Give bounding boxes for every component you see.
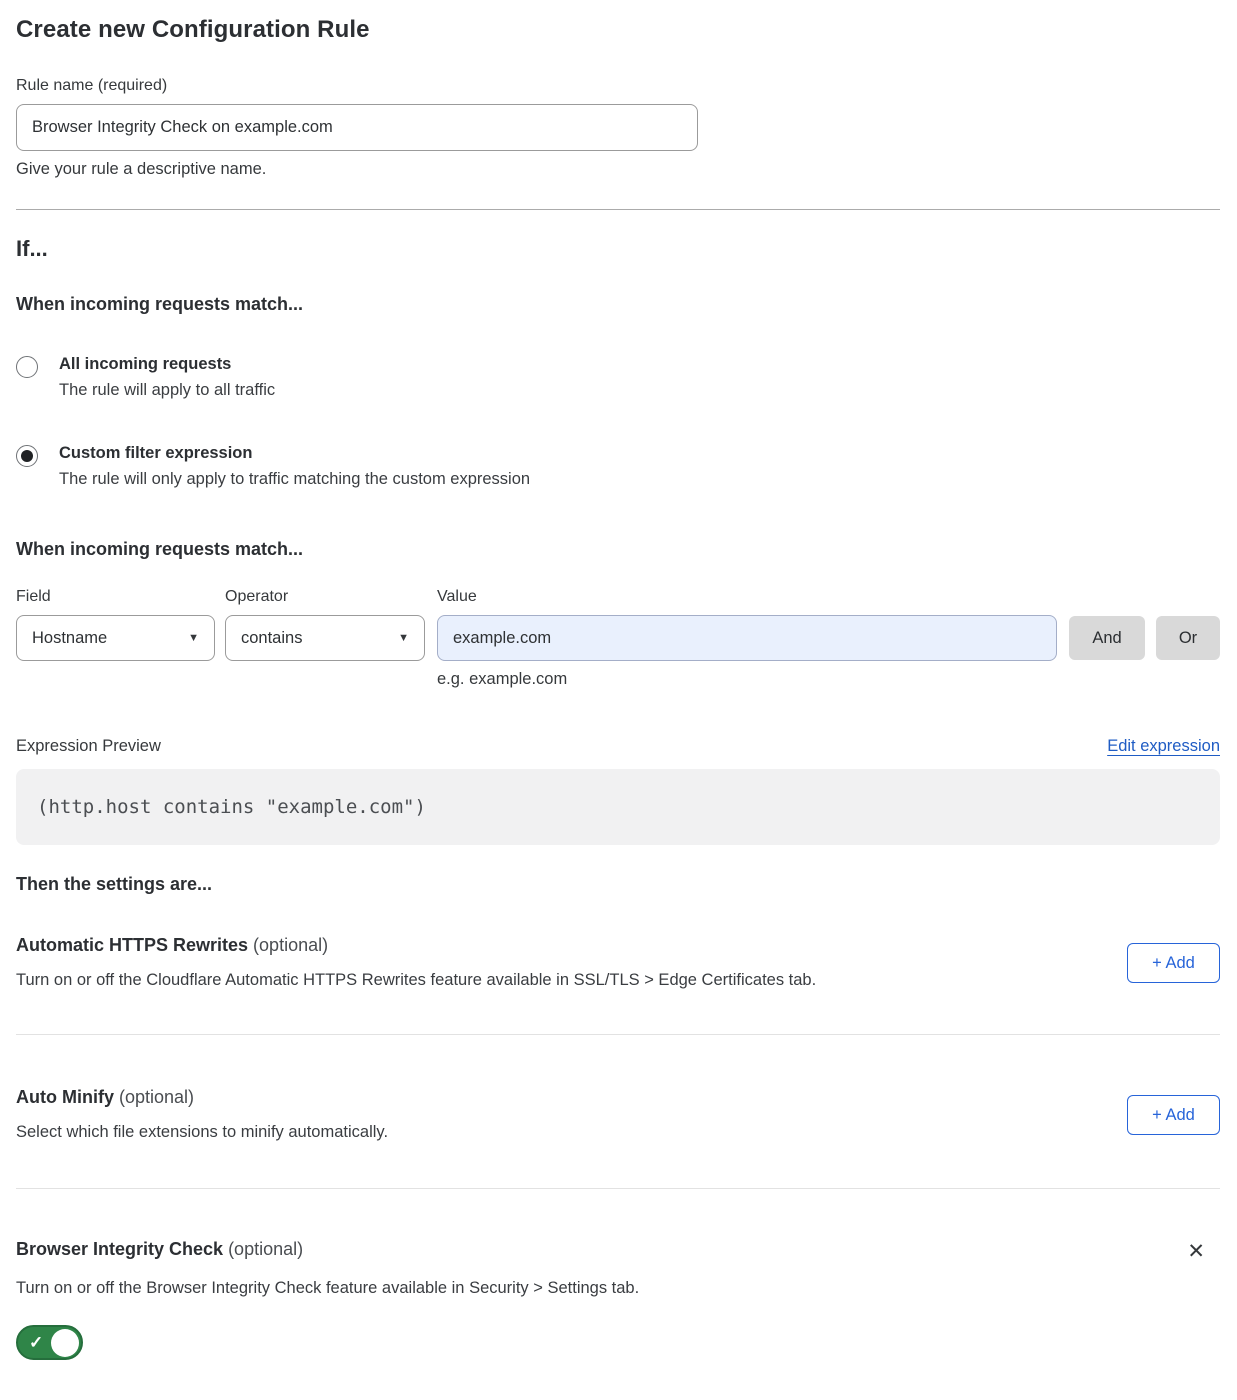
- radio-button-all-incoming[interactable]: [16, 356, 38, 378]
- setting-description: Turn on or off the Browser Integrity Che…: [16, 1279, 1220, 1298]
- check-icon: ✓: [29, 1333, 43, 1353]
- expression-preview-code: (http.host contains "example.com"): [16, 769, 1220, 845]
- setting-optional-tag: (optional): [248, 935, 328, 955]
- rule-name-helper: Give your rule a descriptive name.: [16, 160, 1220, 179]
- rule-name-input[interactable]: [16, 104, 698, 151]
- setting-browser-integrity-check: Browser Integrity Check (optional) ✕ Tur…: [16, 1239, 1220, 1360]
- radio-description: The rule will apply to all traffic: [59, 381, 275, 400]
- expression-preview-label: Expression Preview: [16, 737, 161, 756]
- or-button[interactable]: Or: [1156, 616, 1220, 660]
- then-settings-heading: Then the settings are...: [16, 874, 1220, 895]
- chevron-down-icon: ▼: [398, 632, 409, 644]
- setting-description: Turn on or off the Cloudflare Automatic …: [16, 971, 816, 990]
- add-automatic-https-rewrites-button[interactable]: + Add: [1127, 943, 1220, 983]
- field-select-value: Hostname: [32, 629, 107, 648]
- operator-select-value: contains: [241, 629, 302, 648]
- value-column-label: Value: [437, 588, 1057, 606]
- add-auto-minify-button[interactable]: + Add: [1127, 1095, 1220, 1135]
- field-column-label: Field: [16, 588, 215, 606]
- setting-auto-minify: Auto Minify (optional) Select which file…: [16, 1087, 1220, 1142]
- setting-automatic-https-rewrites: Automatic HTTPS Rewrites (optional) Turn…: [16, 935, 1220, 990]
- radio-option-custom-filter-expression[interactable]: Custom filter expression The rule will o…: [16, 444, 1220, 489]
- radio-description: The rule will only apply to traffic matc…: [59, 470, 530, 489]
- setting-title: Auto Minify: [16, 1087, 114, 1107]
- expression-builder-row: Field Hostname ▼ Operator contains ▼ Val…: [16, 588, 1220, 661]
- when-requests-match-heading: When incoming requests match...: [16, 294, 1220, 315]
- value-input[interactable]: [437, 615, 1057, 661]
- radio-button-custom-filter[interactable]: [16, 445, 38, 467]
- field-select[interactable]: Hostname ▼: [16, 615, 215, 661]
- value-input-helper: e.g. example.com: [437, 670, 1220, 689]
- edit-expression-link[interactable]: Edit expression: [1107, 737, 1220, 756]
- operator-column-label: Operator: [225, 588, 425, 606]
- radio-label: All incoming requests: [59, 355, 275, 374]
- setting-title: Browser Integrity Check: [16, 1239, 223, 1259]
- page-title: Create new Configuration Rule: [16, 16, 1220, 44]
- section-divider: [16, 1188, 1220, 1189]
- if-heading: If...: [16, 236, 1220, 262]
- radio-label: Custom filter expression: [59, 444, 530, 463]
- toggle-knob: [51, 1329, 79, 1357]
- radio-option-all-incoming-requests[interactable]: All incoming requests The rule will appl…: [16, 355, 1220, 400]
- browser-integrity-check-toggle[interactable]: ✓: [16, 1325, 83, 1360]
- section-divider: [16, 1034, 1220, 1035]
- setting-optional-tag: (optional): [223, 1239, 303, 1259]
- close-icon[interactable]: ✕: [1185, 1239, 1207, 1264]
- and-button[interactable]: And: [1069, 616, 1145, 660]
- expression-preview-header: Expression Preview Edit expression: [16, 737, 1220, 756]
- section-divider: [16, 209, 1220, 210]
- operator-select[interactable]: contains ▼: [225, 615, 425, 661]
- setting-optional-tag: (optional): [114, 1087, 194, 1107]
- rule-name-label: Rule name (required): [16, 77, 1220, 95]
- create-configuration-rule-form: Create new Configuration Rule Rule name …: [0, 0, 1237, 1400]
- expression-builder-heading: When incoming requests match...: [16, 539, 1220, 560]
- setting-title: Automatic HTTPS Rewrites: [16, 935, 248, 955]
- chevron-down-icon: ▼: [188, 632, 199, 644]
- setting-description: Select which file extensions to minify a…: [16, 1123, 388, 1142]
